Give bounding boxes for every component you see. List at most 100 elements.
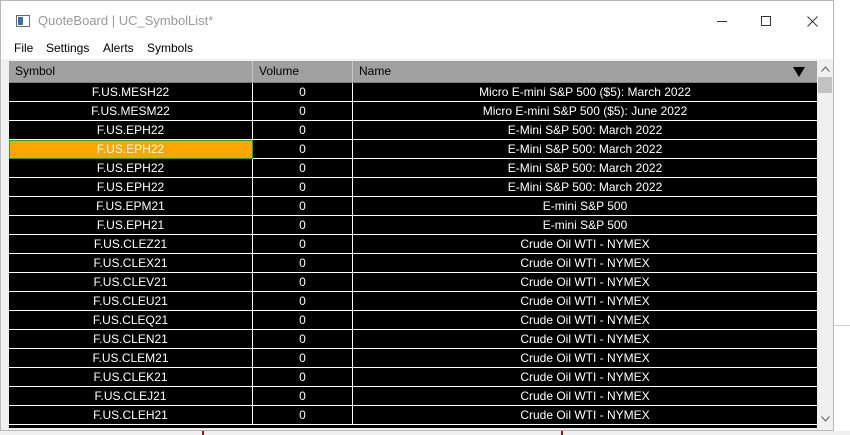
scrollbar-thumb[interactable] xyxy=(818,77,832,93)
table-row[interactable]: F.US.EPH22 0 E-Mini S&P 500: March 2022 xyxy=(9,178,817,197)
sort-down-triangle-icon[interactable] xyxy=(793,67,805,77)
cell-name[interactable]: Crude Oil WTI - NYMEX xyxy=(353,235,817,254)
cell-name[interactable]: Crude Oil WTI - NYMEX xyxy=(353,368,817,387)
cell-name[interactable]: Crude Oil WTI - NYMEX xyxy=(353,349,817,368)
cell-volume[interactable]: 0 xyxy=(253,121,353,140)
table-row[interactable]: F.US.EPM21 0 E-mini S&P 500 xyxy=(9,197,817,216)
menu-alerts[interactable]: Alerts xyxy=(103,41,134,55)
background-divider xyxy=(834,325,850,326)
cell-volume[interactable]: 0 xyxy=(253,330,353,349)
table-row[interactable]: F.US.CLEQ21 0 Crude Oil WTI - NYMEX xyxy=(9,311,817,330)
cell-name[interactable]: E-Mini S&P 500: March 2022 xyxy=(353,178,817,197)
cell-symbol[interactable]: F.US.CLEM21 xyxy=(9,349,253,368)
table-row[interactable]: F.US.CLEH21 0 Crude Oil WTI - NYMEX xyxy=(9,406,817,425)
cell-symbol[interactable]: F.US.EPM21 xyxy=(9,197,253,216)
cell-symbol[interactable]: F.US.EPH22 xyxy=(9,121,253,140)
table-row[interactable]: F.US.CLEU21 0 Crude Oil WTI - NYMEX xyxy=(9,292,817,311)
cell-volume[interactable]: 0 xyxy=(253,83,353,102)
scroll-up-button[interactable] xyxy=(817,61,833,77)
cell-volume[interactable]: 0 xyxy=(253,102,353,121)
table-row[interactable]: F.US.MESH22 0 Micro E-mini S&P 500 ($5): M… xyxy=(9,83,817,102)
cell-name[interactable]: E-Mini S&P 500: March 2022 xyxy=(353,140,817,159)
table-row[interactable]: F.US.CLEM21 0 Crude Oil WTI - NYMEX xyxy=(9,349,817,368)
column-header-name[interactable]: Name xyxy=(353,61,817,82)
quoteboard-window: QuoteBoard | UC_SymbolList* File Setting… xyxy=(0,0,834,431)
cell-symbol[interactable]: F.US.EPH22 xyxy=(9,178,253,197)
menu-symbols[interactable]: Symbols xyxy=(147,41,193,55)
cell-symbol[interactable]: F.US.EPH22 xyxy=(9,140,253,159)
cell-symbol[interactable]: F.US.CLEQ21 xyxy=(9,311,253,330)
cell-symbol[interactable]: F.US.EPH22 xyxy=(9,159,253,178)
cell-symbol[interactable]: F.US.CLEZ21 xyxy=(9,235,253,254)
cell-volume[interactable]: 0 xyxy=(253,140,353,159)
table-row[interactable]: F.US.CLEJ21 0 Crude Oil WTI - NYMEX xyxy=(9,387,817,406)
table-row[interactable]: F.US.EPH21 0 E-mini S&P 500 xyxy=(9,216,817,235)
cell-name[interactable]: E-Mini S&P 500: March 2022 xyxy=(353,159,817,178)
cell-volume[interactable]: 0 xyxy=(253,349,353,368)
cell-symbol[interactable]: F.US.CLEH21 xyxy=(9,406,253,425)
close-button[interactable] xyxy=(789,7,833,35)
cell-symbol[interactable]: F.US.CLEV21 xyxy=(9,273,253,292)
cell-volume[interactable]: 0 xyxy=(253,273,353,292)
table-row[interactable]: F.US.CLEZ21 0 Crude Oil WTI - NYMEX xyxy=(9,235,817,254)
cell-name[interactable]: E-mini S&P 500 xyxy=(353,197,817,216)
table-row[interactable]: F.US.MESM22 0 Micro E-mini S&P 500 ($5): J… xyxy=(9,102,817,121)
cell-name[interactable]: Crude Oil WTI - NYMEX xyxy=(353,406,817,425)
cell-volume[interactable]: 0 xyxy=(253,216,353,235)
table-row[interactable]: F.US.CLEV21 0 Crude Oil WTI - NYMEX xyxy=(9,273,817,292)
cell-name[interactable]: E-Mini S&P 500: March 2022 xyxy=(353,121,817,140)
background-marker xyxy=(561,431,563,435)
minimize-button[interactable] xyxy=(699,7,745,35)
table-row[interactable]: F.US.CLEK21 0 Crude Oil WTI - NYMEX xyxy=(9,368,817,387)
cell-name[interactable]: Micro E-mini S&P 500 ($5): March 2022 xyxy=(353,83,817,102)
background-desktop xyxy=(834,0,850,435)
cell-volume[interactable]: 0 xyxy=(253,292,353,311)
minimize-icon xyxy=(717,21,727,22)
title-bar[interactable]: QuoteBoard | UC_SymbolList* xyxy=(1,1,833,39)
cell-name[interactable]: Crude Oil WTI - NYMEX xyxy=(353,387,817,406)
cell-name[interactable]: Micro E-mini S&P 500 ($5): June 2022 xyxy=(353,102,817,121)
cell-symbol[interactable]: F.US.MESH22 xyxy=(9,83,253,102)
menu-settings[interactable]: Settings xyxy=(46,41,89,55)
cell-symbol[interactable]: F.US.CLEU21 xyxy=(9,292,253,311)
background-strip xyxy=(0,431,850,435)
cell-volume[interactable]: 0 xyxy=(253,406,353,425)
cell-symbol[interactable]: F.US.CLEJ21 xyxy=(9,387,253,406)
cell-volume[interactable]: 0 xyxy=(253,235,353,254)
cell-symbol[interactable]: F.US.CLEN21 xyxy=(9,330,253,349)
window-app-icon xyxy=(16,15,30,27)
table-row[interactable]: F.US.EPH22 0 E-Mini S&P 500: March 2022 xyxy=(9,159,817,178)
chevron-down-icon xyxy=(821,416,830,422)
cell-volume[interactable]: 0 xyxy=(253,159,353,178)
scroll-down-button[interactable] xyxy=(817,411,833,427)
cell-name[interactable]: Crude Oil WTI - NYMEX xyxy=(353,254,817,273)
cell-name[interactable]: Crude Oil WTI - NYMEX xyxy=(353,311,817,330)
cell-symbol[interactable]: F.US.EPH21 xyxy=(9,216,253,235)
background-marker xyxy=(202,431,204,435)
table-row[interactable]: F.US.EPH22 0 E-Mini S&P 500: March 2022 xyxy=(9,121,817,140)
cell-name[interactable]: Crude Oil WTI - NYMEX xyxy=(353,292,817,311)
maximize-button[interactable] xyxy=(743,7,789,35)
cell-name[interactable]: Crude Oil WTI - NYMEX xyxy=(353,273,817,292)
cell-volume[interactable]: 0 xyxy=(253,387,353,406)
table-row[interactable]: F.US.CLEX21 0 Crude Oil WTI - NYMEX xyxy=(9,254,817,273)
column-header-symbol[interactable]: Symbol xyxy=(9,61,253,82)
cell-name[interactable]: Crude Oil WTI - NYMEX xyxy=(353,330,817,349)
vertical-scrollbar[interactable] xyxy=(817,61,833,428)
cell-name[interactable]: E-mini S&P 500 xyxy=(353,216,817,235)
cell-volume[interactable]: 0 xyxy=(253,311,353,330)
cell-symbol[interactable]: F.US.CLEK21 xyxy=(9,368,253,387)
symbol-grid[interactable]: Symbol Volume Name F.US.MESH22 0 Micro E-m… xyxy=(9,61,817,428)
cell-volume[interactable]: 0 xyxy=(253,368,353,387)
maximize-icon xyxy=(761,16,771,26)
window-title: QuoteBoard | UC_SymbolList* xyxy=(38,13,214,28)
table-row[interactable]: F.US.EPH22 0 E-Mini S&P 500: March 2022 xyxy=(9,140,817,159)
cell-volume[interactable]: 0 xyxy=(253,197,353,216)
cell-volume[interactable]: 0 xyxy=(253,178,353,197)
table-row[interactable]: F.US.CLEN21 0 Crude Oil WTI - NYMEX xyxy=(9,330,817,349)
cell-symbol[interactable]: F.US.CLEX21 xyxy=(9,254,253,273)
column-header-volume[interactable]: Volume xyxy=(253,61,353,82)
cell-symbol[interactable]: F.US.MESM22 xyxy=(9,102,253,121)
cell-volume[interactable]: 0 xyxy=(253,254,353,273)
menu-file[interactable]: File xyxy=(14,41,33,55)
